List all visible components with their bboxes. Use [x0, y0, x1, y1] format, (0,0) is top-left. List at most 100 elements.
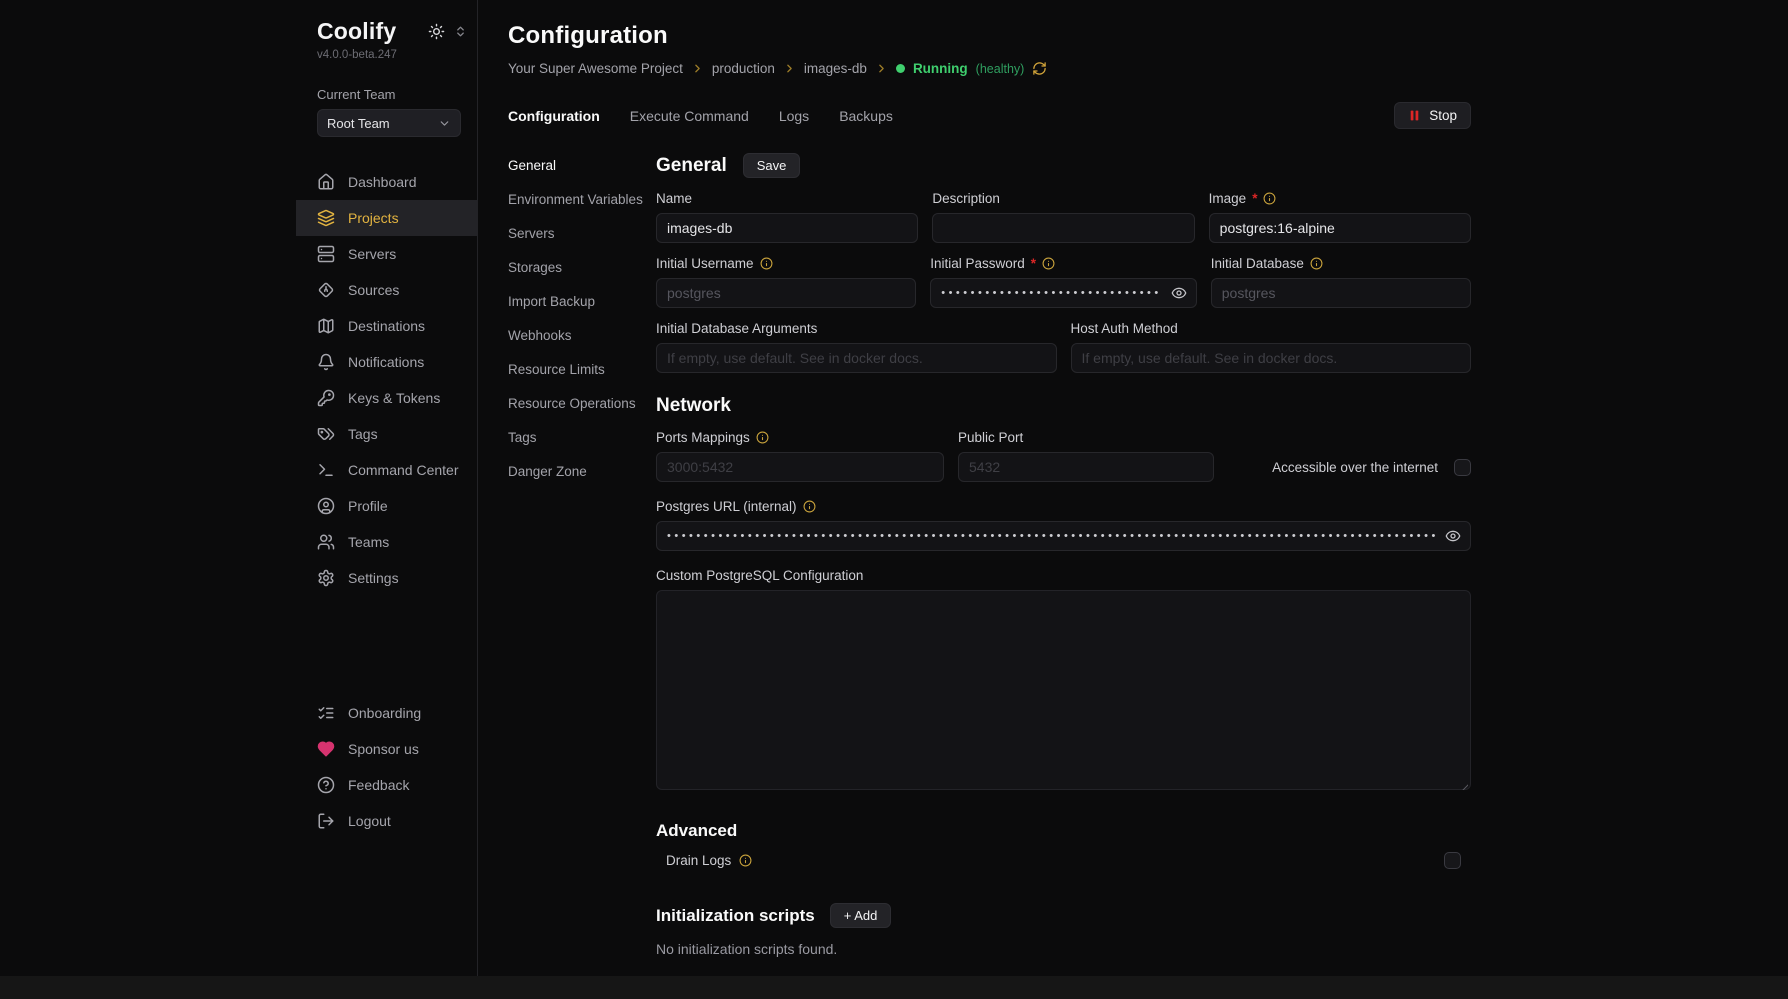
tags-icon: [317, 425, 335, 443]
subnav-danger-zone[interactable]: Danger Zone: [508, 463, 656, 481]
subnav-resource-limits[interactable]: Resource Limits: [508, 361, 656, 379]
subnav-general[interactable]: General: [508, 157, 656, 175]
sidebar-item-destinations[interactable]: Destinations: [296, 308, 477, 344]
sidebar-item-projects[interactable]: Projects: [296, 200, 477, 236]
sidebar-item-profile[interactable]: Profile: [296, 488, 477, 524]
terminal-icon: [317, 461, 335, 479]
initial-password-input[interactable]: ••••••••••••••••••••••••••••••: [930, 278, 1197, 308]
drain-logs-checkbox[interactable]: [1444, 852, 1461, 869]
sidebar-item-teams[interactable]: Teams: [296, 524, 477, 560]
sidebar-item-notifications[interactable]: Notifications: [296, 344, 477, 380]
refresh-icon[interactable]: [1032, 61, 1047, 76]
public-port-input[interactable]: [958, 452, 1214, 482]
tab-backups[interactable]: Backups: [839, 108, 893, 124]
initial-db-args-input[interactable]: [656, 343, 1057, 373]
sidebar-item-sources[interactable]: Sources: [296, 272, 477, 308]
server-icon: [317, 245, 335, 263]
sidebar-item-logout[interactable]: Logout: [296, 803, 477, 839]
info-icon[interactable]: [760, 257, 773, 270]
chevron-right-icon: [691, 62, 704, 75]
sidebar-item-tags[interactable]: Tags: [296, 416, 477, 452]
subnav-storages[interactable]: Storages: [508, 259, 656, 277]
save-button[interactable]: Save: [743, 153, 801, 178]
theme-toggle-icon[interactable]: [428, 23, 445, 40]
settings-subnav: General Environment Variables Servers St…: [508, 153, 656, 957]
masked-password: ••••••••••••••••••••••••••••••: [941, 287, 1162, 299]
info-icon[interactable]: [1263, 192, 1276, 205]
tab-bar: Configuration Execute Command Logs Backu…: [508, 102, 1471, 129]
initial-password-label: Initial Password: [930, 256, 1025, 271]
sidebar-item-sponsor[interactable]: Sponsor us: [296, 731, 477, 767]
current-team-label: Current Team: [296, 87, 477, 102]
name-label: Name: [656, 191, 692, 206]
eye-icon[interactable]: [1171, 285, 1187, 301]
status-state: Running: [913, 61, 968, 76]
tab-logs[interactable]: Logs: [779, 108, 809, 124]
sidebar-item-servers[interactable]: Servers: [296, 236, 477, 272]
configuration-form: General Save Name Description Image: [656, 153, 1471, 957]
home-icon: [317, 173, 335, 191]
pause-icon: [1408, 109, 1421, 122]
host-auth-method-input[interactable]: [1071, 343, 1472, 373]
sidebar: Coolify v4.0.0-beta.247 Current Team Roo…: [0, 0, 478, 976]
key-icon: [317, 389, 335, 407]
sidebar-nav: Dashboard Projects Servers Sources Desti…: [296, 164, 477, 839]
tab-configuration[interactable]: Configuration: [508, 108, 600, 124]
sidebar-item-onboarding[interactable]: Onboarding: [296, 695, 477, 731]
breadcrumb-project[interactable]: Your Super Awesome Project: [508, 61, 683, 76]
breadcrumb-resource[interactable]: images-db: [804, 61, 867, 76]
subnav-servers[interactable]: Servers: [508, 225, 656, 243]
initial-database-input[interactable]: [1211, 278, 1471, 308]
breadcrumb-environment[interactable]: production: [712, 61, 775, 76]
chevron-right-icon: [783, 62, 796, 75]
public-port-label: Public Port: [958, 430, 1023, 445]
sidebar-item-dashboard[interactable]: Dashboard: [296, 164, 477, 200]
info-icon[interactable]: [1042, 257, 1055, 270]
info-icon[interactable]: [739, 854, 752, 867]
postgres-url-field[interactable]: ••••••••••••••••••••••••••••••••••••••••…: [656, 521, 1471, 551]
sidebar-item-keys-tokens[interactable]: Keys & Tokens: [296, 380, 477, 416]
team-select[interactable]: Root Team: [317, 109, 461, 137]
custom-postgresql-configuration-textarea[interactable]: [656, 590, 1471, 790]
subnav-resource-operations[interactable]: Resource Operations: [508, 395, 656, 413]
sidebar-item-feedback[interactable]: Feedback: [296, 767, 477, 803]
checklist-icon: [317, 704, 335, 722]
network-section-title: Network: [656, 395, 731, 417]
initial-db-args-label: Initial Database Arguments: [656, 321, 817, 336]
chevron-right-icon: [875, 62, 888, 75]
subnav-tags[interactable]: Tags: [508, 429, 656, 447]
host-auth-method-label: Host Auth Method: [1071, 321, 1178, 336]
tab-execute-command[interactable]: Execute Command: [630, 108, 749, 124]
accessible-internet-checkbox[interactable]: [1454, 459, 1471, 476]
info-icon[interactable]: [756, 431, 769, 444]
page-bottom-strip: [0, 976, 1788, 999]
image-label: Image: [1209, 191, 1247, 206]
init-scripts-section-title: Initialization scripts: [656, 906, 815, 926]
required-mark: *: [1031, 256, 1036, 271]
users-icon: [317, 533, 335, 551]
bell-icon: [317, 353, 335, 371]
name-input[interactable]: [656, 213, 918, 243]
postgres-url-label: Postgres URL (internal): [656, 499, 797, 514]
subnav-environment-variables[interactable]: Environment Variables: [508, 191, 656, 209]
app-window: Coolify v4.0.0-beta.247 Current Team Roo…: [0, 0, 1788, 976]
stop-button[interactable]: Stop: [1394, 102, 1471, 129]
add-script-button[interactable]: + Add: [830, 903, 892, 928]
sidebar-collapse-icon[interactable]: [454, 25, 467, 38]
general-section-title: General: [656, 155, 727, 177]
initial-username-input[interactable]: [656, 278, 916, 308]
info-icon[interactable]: [803, 500, 816, 513]
ports-mappings-input[interactable]: [656, 452, 944, 482]
subnav-webhooks[interactable]: Webhooks: [508, 327, 656, 345]
description-input[interactable]: [932, 213, 1194, 243]
sidebar-item-settings[interactable]: Settings: [296, 560, 477, 596]
subnav-import-backup[interactable]: Import Backup: [508, 293, 656, 311]
eye-icon[interactable]: [1445, 528, 1461, 544]
gear-icon: [317, 569, 335, 587]
image-input[interactable]: [1209, 213, 1471, 243]
drain-logs-label: Drain Logs: [666, 853, 731, 868]
layers-icon: [317, 209, 335, 227]
sidebar-item-command-center[interactable]: Command Center: [296, 452, 477, 488]
info-icon[interactable]: [1310, 257, 1323, 270]
page-title: Configuration: [508, 22, 1788, 50]
